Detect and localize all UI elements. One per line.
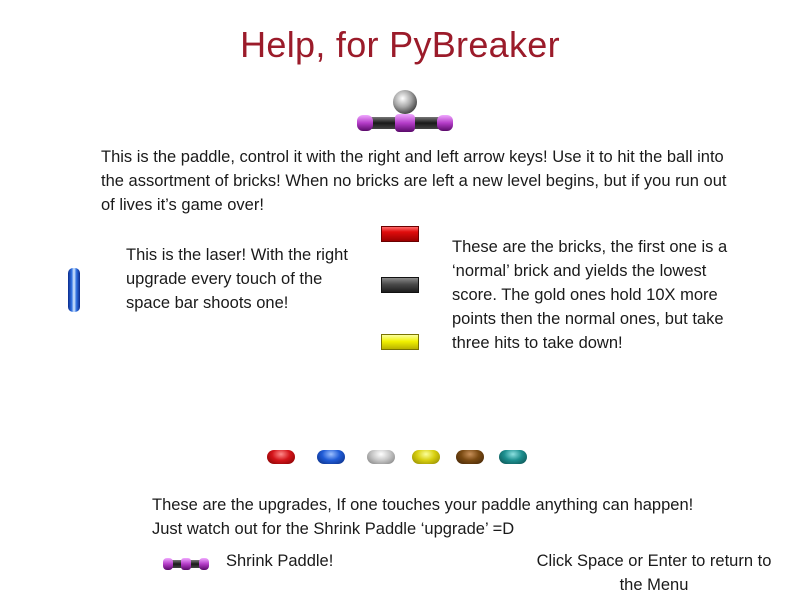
upgrade-silver-icon bbox=[367, 450, 395, 464]
paddle-icon bbox=[357, 90, 453, 132]
page-title: Help, for PyBreaker bbox=[240, 24, 560, 65]
gold-brick-icon bbox=[381, 334, 419, 350]
shrink-paddle-label: Shrink Paddle! bbox=[226, 552, 334, 570]
laser-icon bbox=[68, 268, 80, 312]
upgrade-yellow-icon bbox=[412, 450, 440, 464]
upgrade-red-icon bbox=[267, 450, 295, 464]
return-instruction: Click Space or Enter to return to the Me… bbox=[536, 552, 772, 594]
laser-description: This is the laser! With the right upgrad… bbox=[126, 246, 348, 312]
upgrade-blue-icon bbox=[317, 450, 345, 464]
upgrades-description: These are the upgrades, If one touches y… bbox=[152, 496, 694, 538]
normal-brick-icon bbox=[381, 226, 419, 242]
grey-brick-icon bbox=[381, 277, 419, 293]
bricks-description: These are the bricks, the first one is a… bbox=[452, 238, 728, 352]
upgrade-teal-icon bbox=[499, 450, 527, 464]
paddle-description: This is the paddle, control it with the … bbox=[101, 148, 727, 214]
shrink-paddle-icon bbox=[163, 558, 209, 570]
upgrade-brown-icon bbox=[456, 450, 484, 464]
